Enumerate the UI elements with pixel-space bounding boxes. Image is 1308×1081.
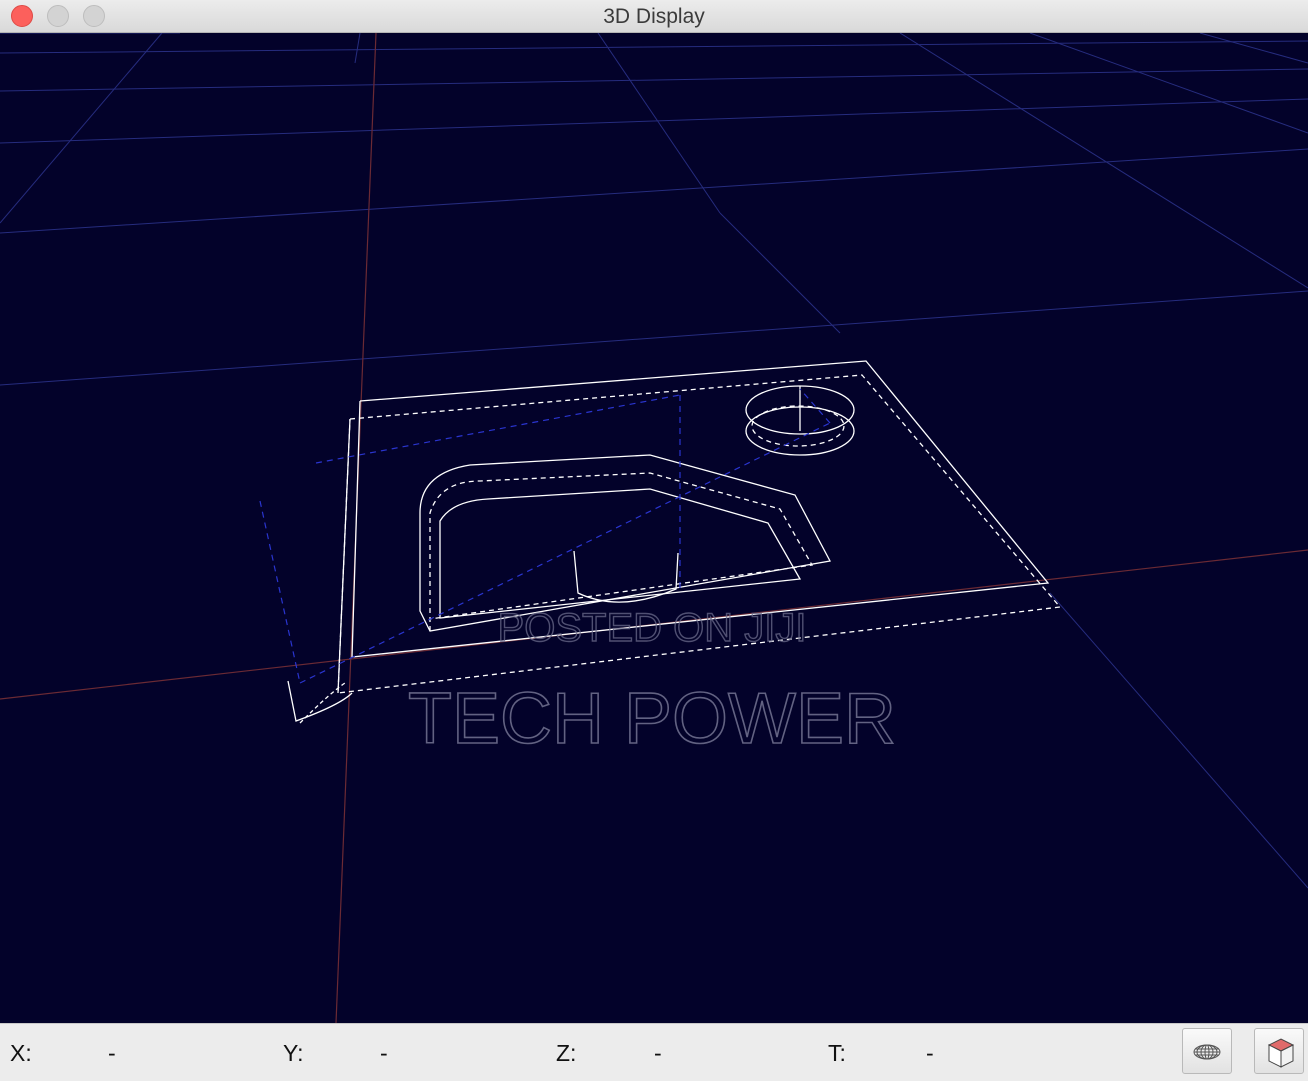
watermark: POSTED ON JIJI TECH POWER <box>407 605 897 760</box>
3d-viewport[interactable]: POSTED ON JIJI TECH POWER <box>0 33 1308 1023</box>
z-coord-label: Z: <box>556 1040 577 1066</box>
view-cube-button[interactable] <box>1254 1028 1304 1074</box>
view-cube-icon <box>1267 1038 1295 1068</box>
window-title: 3D Display <box>603 5 705 28</box>
x-coord-value: - <box>108 1040 116 1066</box>
wireframe-toggle-button[interactable] <box>1182 1028 1232 1074</box>
watermark-line-2: TECH POWER <box>408 679 896 759</box>
y-coord-value: - <box>380 1040 388 1066</box>
t-coord-label: T: <box>828 1040 846 1066</box>
t-coord-value: - <box>926 1040 934 1066</box>
wireframe-toggle-icon <box>1193 1044 1221 1060</box>
toolpath-pocket <box>419 454 831 632</box>
z-coord-value: - <box>654 1040 662 1066</box>
scene-canvas[interactable]: POSTED ON JIJI TECH POWER <box>0 33 1308 1023</box>
x-coord-label: X: <box>10 1040 32 1066</box>
title-bar[interactable]: 3D Display <box>0 0 1308 33</box>
y-coord-label: Y: <box>283 1040 304 1066</box>
axis-lines <box>0 33 1308 1023</box>
toolpath-circle-pocket <box>745 385 855 456</box>
watermark-line-1: POSTED ON JIJI <box>498 606 807 650</box>
status-bar: X: - Y: - Z: - T: - <box>0 1023 1308 1081</box>
grid-lines <box>0 33 1308 889</box>
app-window: 3D Display POSTED ON JIJI TECH POWER X: … <box>0 0 1308 1081</box>
